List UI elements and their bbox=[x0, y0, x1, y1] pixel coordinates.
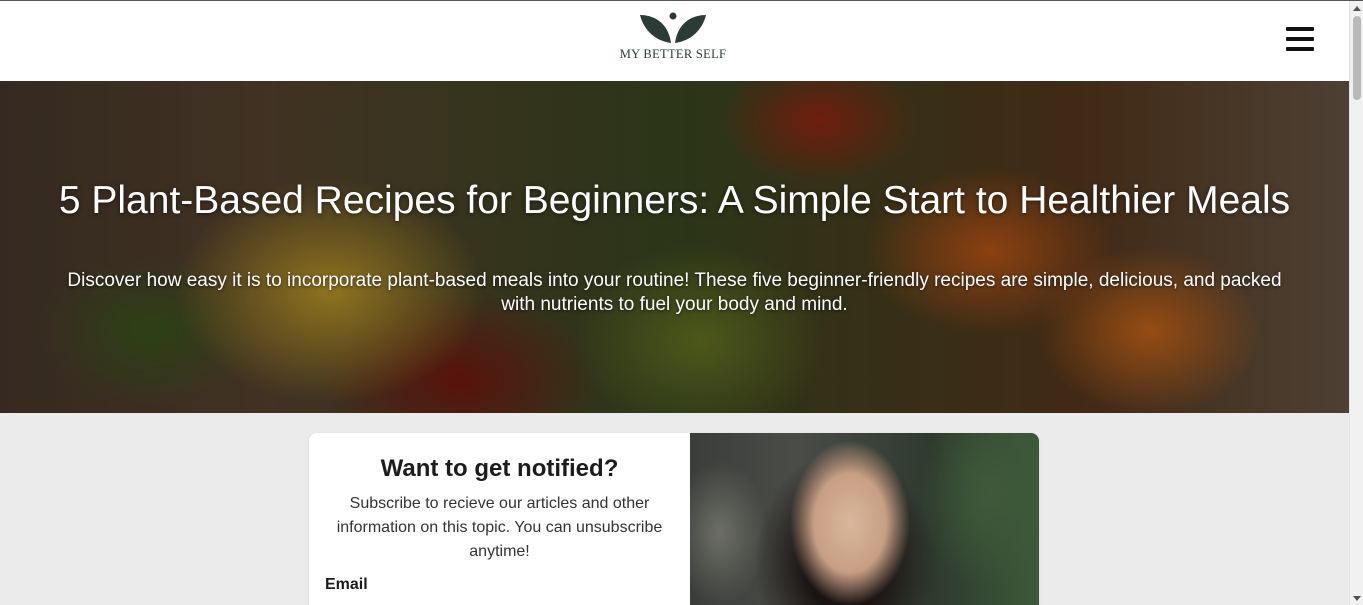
scroll-down-arrow-icon[interactable] bbox=[1353, 596, 1361, 601]
leaves-person-icon bbox=[640, 12, 706, 43]
hamburger-menu-button[interactable] bbox=[1284, 27, 1316, 55]
article-subtitle: Discover how easy it is to incorporate p… bbox=[67, 270, 1282, 315]
hero-banner: 5 Plant-Based Recipes for Beginners: A S… bbox=[0, 81, 1349, 413]
site-logo[interactable]: MY BETTER SELF bbox=[610, 11, 736, 71]
browser-viewport: MY BETTER SELF 5 Plant-Based Recipes for… bbox=[0, 0, 1363, 605]
scroll-up-arrow-icon[interactable] bbox=[1353, 6, 1361, 11]
subscribe-description: Subscribe to recieve our articles and ot… bbox=[336, 495, 663, 560]
logo-text: MY BETTER SELF bbox=[619, 47, 727, 61]
subscribe-heading: Want to get notified? bbox=[380, 455, 619, 482]
site-header: MY BETTER SELF bbox=[0, 1, 1349, 81]
subscribe-form-panel: Want to get notified? Subscribe to recie… bbox=[309, 433, 690, 605]
page-scrollbar[interactable] bbox=[1349, 1, 1363, 605]
email-label: Email bbox=[325, 576, 368, 593]
subscribe-card: Want to get notified? Subscribe to recie… bbox=[309, 433, 1039, 605]
hamburger-menu-icon bbox=[1286, 27, 1314, 31]
scrollbar-thumb[interactable] bbox=[1353, 16, 1361, 100]
subscribe-photo bbox=[690, 433, 1039, 605]
hero-image-overlay bbox=[0, 81, 1349, 413]
hamburger-line bbox=[1286, 37, 1314, 41]
article-title: 5 Plant-Based Recipes for Beginners: A S… bbox=[58, 179, 1291, 222]
hamburger-line bbox=[1286, 47, 1314, 51]
